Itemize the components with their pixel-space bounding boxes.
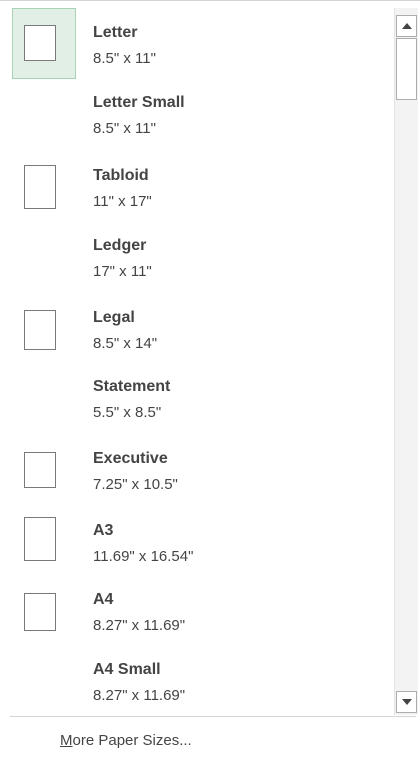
page-outline-icon xyxy=(24,593,56,631)
paper-size-dimensions: 8.5" x 11" xyxy=(93,120,156,137)
more-paper-sizes-label: ore Paper Sizes... xyxy=(72,732,192,749)
paper-size-dimensions: 11" x 17" xyxy=(93,193,152,210)
paper-size-dimensions: 8.27" x 11.69" xyxy=(93,617,186,634)
top-divider xyxy=(0,0,420,1)
paper-size-dimensions: 11.69" x 16.54" xyxy=(93,548,194,565)
paper-size-dimensions: 8.27" x 11.69" xyxy=(93,687,186,704)
vertical-scrollbar[interactable] xyxy=(394,8,418,715)
accelerator-key: M xyxy=(60,732,73,749)
paper-size-dimensions: 5.5" x 8.5" xyxy=(93,404,162,421)
paper-size-list: Letter 8.5" x 11" Letter Small 8.5" x 11… xyxy=(0,8,392,708)
paper-size-name[interactable]: Statement xyxy=(93,378,170,396)
scroll-down-button[interactable] xyxy=(396,691,417,713)
paper-size-name[interactable]: A4 Small xyxy=(93,661,161,679)
paper-size-name[interactable]: Ledger xyxy=(93,237,146,255)
paper-size-dimensions: 8.5" x 11" xyxy=(93,50,156,67)
paper-size-name[interactable]: Letter Small xyxy=(93,94,185,112)
triangle-down-icon xyxy=(401,699,412,705)
paper-size-dimensions: 7.25" x 10.5" xyxy=(93,476,178,493)
paper-size-name[interactable]: A4 xyxy=(93,591,113,609)
triangle-up-icon xyxy=(401,23,412,29)
paper-size-name[interactable]: Executive xyxy=(93,450,168,468)
scrollbar-thumb[interactable] xyxy=(396,38,417,100)
footer-divider xyxy=(10,716,416,717)
page-outline-icon xyxy=(24,452,56,488)
scroll-up-button[interactable] xyxy=(396,15,417,37)
paper-size-name[interactable]: A3 xyxy=(93,522,113,540)
paper-size-dimensions: 8.5" x 14" xyxy=(93,335,158,352)
paper-size-dimensions: 17" x 11" xyxy=(93,263,152,280)
paper-size-name[interactable]: Legal xyxy=(93,309,135,327)
more-paper-sizes-link[interactable]: More Paper Sizes... xyxy=(60,732,192,749)
page-outline-icon xyxy=(24,25,56,61)
paper-size-name[interactable]: Tabloid xyxy=(93,167,149,185)
page-outline-icon xyxy=(24,517,56,561)
paper-size-name[interactable]: Letter xyxy=(93,24,137,42)
page-outline-icon xyxy=(24,310,56,350)
page-outline-icon xyxy=(24,165,56,209)
